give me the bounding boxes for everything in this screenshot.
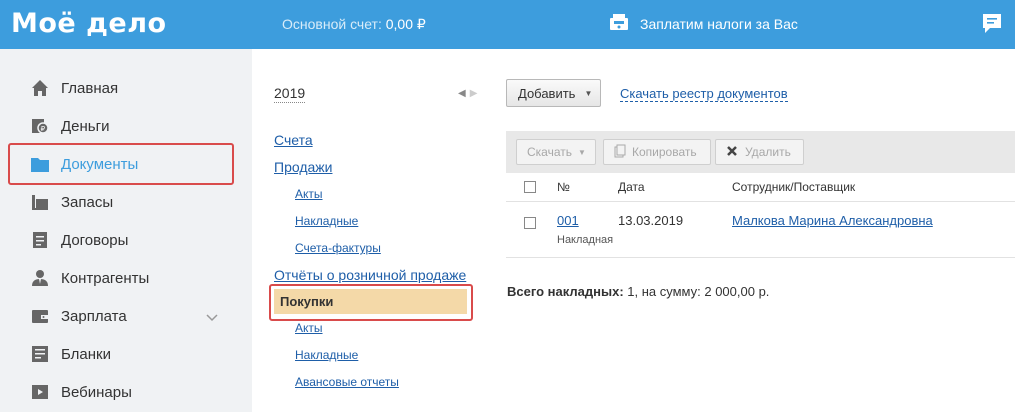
document-date: 13.03.2019 — [618, 213, 684, 228]
year-arrows[interactable]: ◀▶ — [458, 88, 481, 99]
tree-link-sales-waybills[interactable]: Накладные — [295, 214, 358, 228]
chat-icon[interactable] — [982, 13, 1002, 40]
document-number-link[interactable]: 001 — [557, 213, 579, 228]
table-row-divider — [506, 257, 1015, 258]
download-button-label: Скачать — [527, 145, 572, 159]
delete-button[interactable]: Удалить — [715, 139, 804, 165]
contractor-icon — [30, 268, 50, 288]
tree-link-purchase-waybills[interactable]: Накладные — [295, 348, 358, 362]
sidebar-item-money[interactable]: ₽ Деньги — [30, 107, 230, 145]
tree-link-sales-invoices[interactable]: Счета-фактуры — [295, 241, 381, 255]
tree-link-purchase-acts[interactable]: Акты — [295, 321, 323, 335]
tree-link-invoices[interactable]: Счета — [274, 132, 313, 148]
delete-icon — [726, 145, 738, 160]
prev-year-icon[interactable]: ◀ — [458, 88, 470, 99]
table-header-divider — [506, 201, 1015, 202]
tree-link-advance-reports[interactable]: Авансовые отчеты — [295, 375, 399, 389]
sidebar-item-webinars[interactable]: Вебинары — [30, 373, 230, 411]
add-button-label: Добавить — [518, 85, 576, 101]
pay-taxes-label: Заплатим налоги за Вас — [640, 15, 798, 32]
document-type: Накладная — [557, 234, 614, 246]
sidebar-item-label: Вебинары — [61, 383, 132, 401]
sidebar-item-label: Бланки — [61, 345, 111, 363]
supplier-link[interactable]: Малкова Марина Александровна — [732, 213, 933, 228]
pay-taxes-link[interactable]: Заплатим налоги за Вас — [608, 12, 798, 35]
webinar-icon — [30, 382, 50, 402]
total-label: Всего накладных: — [507, 284, 624, 299]
select-all-checkbox[interactable] — [524, 181, 536, 193]
tree-link-sales[interactable]: Продажи — [274, 159, 332, 175]
wallet-icon — [30, 306, 50, 326]
next-year-icon[interactable]: ▶ — [470, 88, 482, 99]
stock-icon — [30, 192, 50, 212]
copy-button-label: Копировать — [632, 145, 697, 159]
sidebar-item-label: Договоры — [61, 231, 129, 249]
total-value: 1, на сумму: 2 000,00 р. — [627, 284, 770, 299]
logo[interactable]: Моё дело — [11, 8, 167, 39]
purchases-highlight-frame — [269, 284, 473, 321]
sidebar-item-label: Главная — [61, 79, 119, 97]
download-registry-link[interactable]: Скачать реестр документов — [620, 86, 788, 102]
sidebar-item-label: Деньги — [61, 117, 110, 135]
sidebar-item-forms[interactable]: Бланки — [30, 335, 230, 373]
main-content — [252, 49, 1015, 412]
home-icon — [30, 78, 50, 98]
delete-button-label: Удалить — [745, 145, 791, 159]
account-value: 0,00 ₽ — [385, 16, 426, 32]
sidebar-item-contractors[interactable]: Контрагенты — [30, 259, 230, 297]
sidebar-item-label: Зарплата — [61, 307, 127, 325]
caret-down-icon: ▼ — [578, 147, 586, 157]
contract-icon — [30, 230, 50, 250]
sidebar-item-contracts[interactable]: Договоры — [30, 221, 230, 259]
caret-down-icon: ▼ — [584, 88, 593, 98]
copy-button[interactable]: Копировать — [603, 139, 711, 165]
sidebar-item-label: Запасы — [61, 193, 114, 211]
documents-highlight-frame — [8, 143, 234, 185]
total-summary: Всего накладных: 1, на сумму: 2 000,00 р… — [507, 284, 769, 299]
sidebar-item-salary[interactable]: Зарплата — [30, 297, 230, 335]
forms-icon — [30, 344, 50, 364]
row-checkbox[interactable] — [524, 217, 536, 229]
download-button[interactable]: Скачать ▼ — [516, 139, 596, 165]
account-label: Основной счет: — [282, 16, 382, 32]
column-header-number[interactable]: № — [557, 180, 570, 194]
cash-register-icon — [608, 12, 630, 35]
svg-text:₽: ₽ — [41, 125, 46, 133]
column-header-employee[interactable]: Сотрудник/Поставщик — [732, 180, 855, 194]
year-selector[interactable]: 2019 — [274, 85, 306, 103]
tree-link-sales-acts[interactable]: Акты — [295, 187, 323, 201]
column-header-date[interactable]: Дата — [618, 180, 645, 194]
copy-icon — [614, 144, 626, 161]
sidebar-item-label: Контрагенты — [61, 269, 150, 287]
account-balance[interactable]: Основной счет: 0,00 ₽ — [282, 16, 426, 33]
add-button[interactable]: Добавить ▼ — [506, 79, 601, 107]
sidebar-item-stock[interactable]: Запасы — [30, 183, 230, 221]
money-icon: ₽ — [30, 116, 50, 136]
sidebar-item-home[interactable]: Главная — [30, 69, 230, 107]
top-header: Моё дело Основной счет: 0,00 ₽ Заплатим … — [0, 0, 1015, 49]
chevron-down-icon[interactable] — [206, 309, 218, 326]
tree-link-retail-reports[interactable]: Отчёты о розничной продаже — [274, 267, 466, 283]
